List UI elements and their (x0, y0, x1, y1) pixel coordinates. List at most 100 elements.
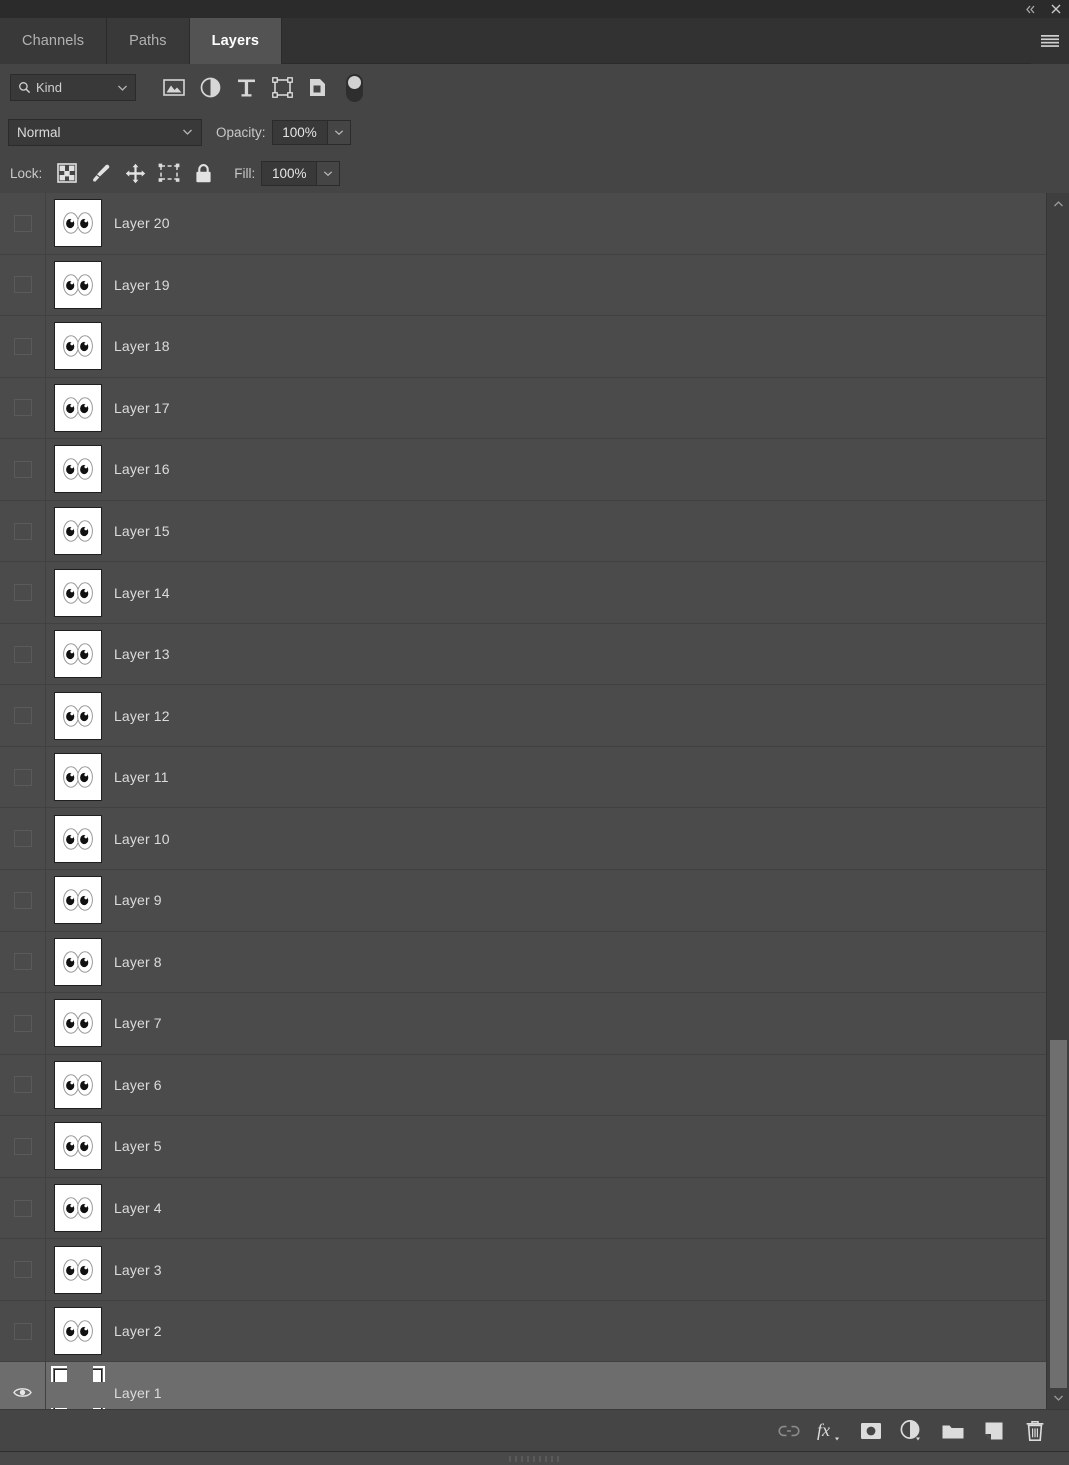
layer-thumbnail[interactable] (53, 445, 102, 494)
link-chain-icon[interactable] (768, 1414, 809, 1448)
layer-visibility-toggle[interactable] (0, 993, 46, 1054)
layer-thumbnail[interactable] (53, 1060, 102, 1109)
fx-icon[interactable]: fx (809, 1414, 850, 1448)
layer-thumbnail-cell[interactable] (46, 630, 109, 679)
layer-thumbnail-cell[interactable] (46, 568, 109, 617)
layer-thumbnail-cell[interactable] (46, 1122, 109, 1171)
layer-name[interactable]: Layer 6 (114, 1077, 162, 1093)
panel-resize-strip[interactable] (0, 1451, 1069, 1465)
layer-name[interactable]: Layer 20 (114, 215, 170, 231)
adjustment-half-circle-icon[interactable] (192, 73, 228, 103)
layer-thumbnail[interactable] (53, 876, 102, 925)
smart-object-icon[interactable] (300, 73, 336, 103)
layer-name[interactable]: Layer 8 (114, 954, 162, 970)
layer-visibility-toggle[interactable] (0, 870, 46, 931)
layer-thumbnail-cell[interactable] (46, 383, 109, 432)
layer-visibility-toggle[interactable] (0, 316, 46, 377)
layer-thumbnail[interactable] (53, 199, 102, 248)
layer-thumbnail-cell[interactable] (46, 937, 109, 986)
layer-thumbnail[interactable] (53, 1122, 102, 1171)
tab-paths[interactable]: Paths (107, 18, 190, 64)
tab-layers[interactable]: Layers (189, 18, 283, 64)
layer-row[interactable]: Layer 3 (0, 1239, 1046, 1301)
brush-icon[interactable] (84, 158, 118, 188)
layer-visibility-toggle[interactable] (0, 746, 46, 808)
layer-name[interactable]: Layer 16 (114, 461, 170, 477)
layer-visibility-toggle[interactable] (0, 377, 46, 439)
layer-thumbnail-cell[interactable] (46, 1245, 109, 1294)
layer-row[interactable]: Layer 5 (0, 1116, 1046, 1178)
collapse-to-icons-icon[interactable] (1017, 0, 1043, 18)
layer-name[interactable]: Layer 2 (114, 1323, 162, 1339)
layer-name[interactable]: Layer 17 (114, 400, 170, 416)
layer-visibility-toggle[interactable] (0, 808, 46, 870)
opacity-field[interactable]: 100% (271, 119, 351, 145)
layer-thumbnail-cell[interactable] (46, 753, 109, 802)
layer-thumbnail-cell[interactable] (46, 260, 109, 309)
layer-thumbnail-cell[interactable] (46, 691, 109, 740)
close-icon[interactable] (1043, 0, 1069, 18)
layer-thumbnail-cell[interactable] (46, 322, 109, 371)
layer-visibility-toggle[interactable] (0, 500, 46, 562)
layer-thumbnail[interactable] (53, 630, 102, 679)
chevron-down-icon[interactable] (1047, 1387, 1069, 1409)
layer-row[interactable]: Layer 7 (0, 993, 1046, 1055)
layer-thumbnail[interactable] (53, 1184, 102, 1233)
chevron-up-icon[interactable] (1047, 193, 1069, 215)
layer-name[interactable]: Layer 1 (114, 1385, 162, 1401)
chevron-down-icon[interactable] (182, 128, 193, 136)
layer-name[interactable]: Layer 3 (114, 1262, 162, 1278)
filter-enable-toggle[interactable] (346, 73, 363, 102)
blend-mode-dropdown[interactable]: Normal (8, 118, 202, 146)
tab-channels[interactable]: Channels (0, 18, 108, 64)
layer-visibility-toggle[interactable] (0, 1177, 46, 1239)
layer-visibility-toggle[interactable] (0, 1300, 46, 1362)
layer-visibility-toggle[interactable] (0, 685, 46, 746)
chevron-down-icon[interactable] (117, 84, 128, 92)
layer-thumbnail[interactable] (53, 1245, 102, 1294)
layer-thumbnail-cell[interactable] (46, 1307, 109, 1356)
layer-visibility-toggle[interactable] (0, 1116, 46, 1177)
layer-row[interactable]: Layer 12 (0, 685, 1046, 747)
layer-row[interactable]: Layer 11 (0, 746, 1046, 809)
layer-visibility-toggle[interactable] (0, 562, 46, 623)
new-layer-page-icon[interactable] (973, 1414, 1014, 1448)
artboard-frame-icon[interactable] (152, 158, 186, 188)
shape-square-handles-icon[interactable] (264, 73, 300, 103)
layer-thumbnail[interactable] (50, 1365, 105, 1409)
opacity-value[interactable]: 100% (272, 120, 327, 144)
layer-thumbnail-cell[interactable] (46, 507, 109, 555)
layer-row[interactable]: Layer 8 (0, 931, 1046, 994)
layer-name[interactable]: Layer 4 (114, 1200, 162, 1216)
layer-thumbnail[interactable] (53, 383, 102, 432)
layer-row[interactable]: Layer 6 (0, 1054, 1046, 1117)
filter-kind-dropdown[interactable]: Kind (10, 74, 136, 101)
layer-name[interactable]: Layer 7 (114, 1015, 162, 1031)
layer-row[interactable]: Layer 4 (0, 1177, 1046, 1240)
layer-row[interactable]: Layer 17 (0, 377, 1046, 440)
layer-name[interactable]: Layer 13 (114, 646, 170, 662)
layer-name[interactable]: Layer 12 (114, 708, 170, 724)
layer-name[interactable]: Layer 18 (114, 338, 170, 354)
layer-row[interactable]: Layer 15 (0, 500, 1046, 563)
chevron-down-icon[interactable] (316, 161, 340, 185)
layer-thumbnail-cell[interactable] (46, 999, 109, 1048)
mask-circle-icon[interactable] (850, 1414, 891, 1448)
layer-visibility-toggle[interactable] (0, 254, 46, 316)
layer-row[interactable]: Layer 2 (0, 1300, 1046, 1363)
layer-row[interactable]: Layer 19 (0, 254, 1046, 317)
move-arrows-icon[interactable] (118, 158, 152, 188)
layer-list-scrollbar[interactable] (1046, 193, 1069, 1409)
layer-thumbnail-cell[interactable] (46, 1060, 109, 1109)
layer-list[interactable]: Layer 20 Layer 19 Layer 18 Layer 17 Laye… (0, 193, 1046, 1409)
layer-thumbnail-cell[interactable] (46, 814, 109, 863)
layer-row[interactable]: Layer 13 (0, 623, 1046, 686)
layer-row[interactable]: Layer 14 (0, 562, 1046, 624)
layer-name[interactable]: Layer 10 (114, 831, 170, 847)
layer-visibility-toggle[interactable] (0, 931, 46, 993)
layer-row[interactable]: Layer 16 (0, 439, 1046, 501)
layer-name[interactable]: Layer 14 (114, 585, 170, 601)
layer-thumbnail[interactable] (53, 999, 102, 1048)
layer-thumbnail[interactable] (53, 691, 102, 740)
folder-icon[interactable] (932, 1414, 973, 1448)
